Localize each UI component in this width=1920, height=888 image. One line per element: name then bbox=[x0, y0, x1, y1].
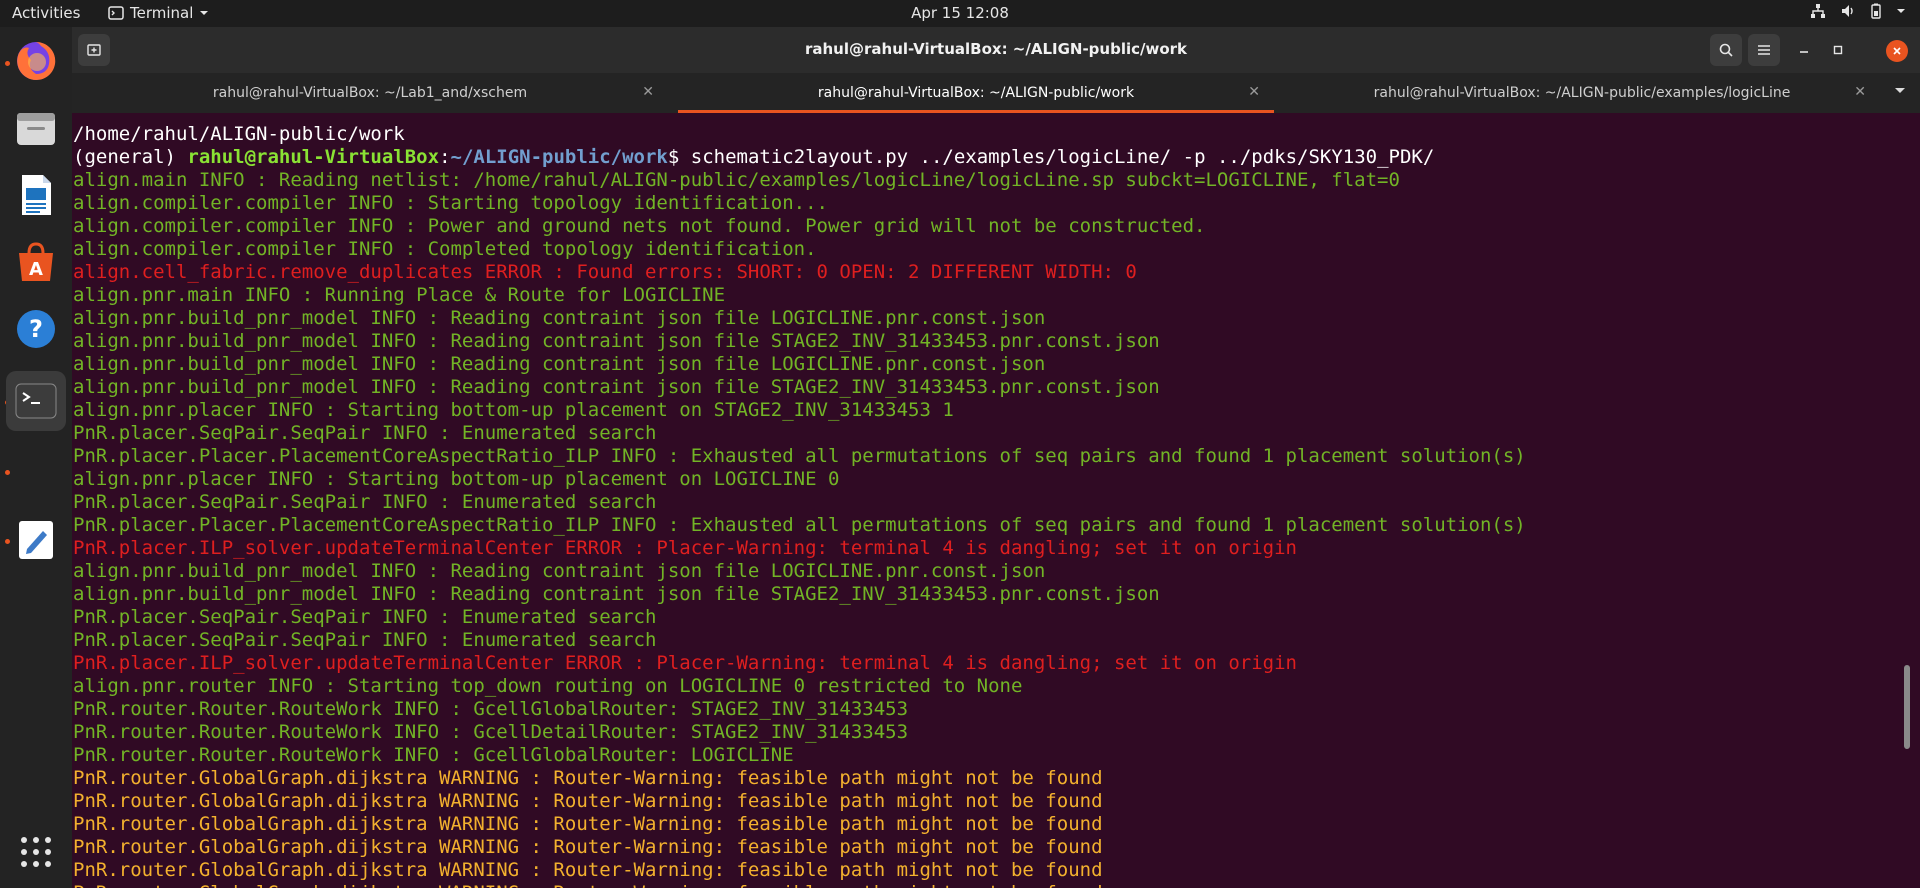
log-line-info: align.pnr.build_pnr_model INFO : Reading… bbox=[73, 307, 1046, 329]
log-line-error: PnR.placer.ILP_solver.updateTerminalCent… bbox=[73, 652, 1297, 674]
software-icon: A bbox=[19, 242, 53, 281]
log-line-info: PnR.placer.Placer.PlacementCoreAspectRat… bbox=[73, 445, 1526, 467]
dock-app-grid[interactable] bbox=[6, 822, 66, 882]
top-bar: Activities Terminal Apr 15 12:08 bbox=[0, 0, 1920, 27]
log-line-info: PnR.placer.SeqPair.SeqPair INFO : Enumer… bbox=[73, 606, 657, 628]
window-title: rahul@rahul-VirtualBox: ~/ALIGN-public/w… bbox=[804, 40, 1188, 58]
log-line-info: PnR.placer.Placer.PlacementCoreAspectRat… bbox=[73, 514, 1526, 536]
log-line-error: align.cell_fabric.remove_duplicates ERRO… bbox=[73, 261, 1137, 283]
tab-close-icon[interactable]: ✕ bbox=[1854, 84, 1866, 100]
minimize-icon bbox=[1800, 51, 1808, 53]
tab-close-icon[interactable]: ✕ bbox=[642, 84, 654, 100]
dock-writer[interactable] bbox=[6, 165, 66, 225]
power-menu-icon bbox=[1897, 9, 1905, 13]
network-icon bbox=[1811, 4, 1825, 18]
log-line-info: align.compiler.compiler INFO : Starting … bbox=[73, 192, 828, 214]
prompt-sep: : bbox=[439, 146, 451, 168]
hamburger-icon bbox=[1758, 45, 1770, 55]
log-line-info: align.pnr.placer INFO : Starting bottom-… bbox=[73, 468, 840, 490]
log-line-info: align.pnr.placer INFO : Starting bottom-… bbox=[73, 399, 954, 421]
log-line-warn: PnR.router.GlobalGraph.dijkstra WARNING … bbox=[73, 836, 1103, 858]
writer-icon bbox=[22, 175, 51, 215]
prompt-env: (general) bbox=[73, 146, 188, 168]
prompt-command: schematic2layout.py ../examples/logicLin… bbox=[690, 146, 1435, 168]
prompt-user-host: rahul@rahul-VirtualBox bbox=[187, 146, 440, 168]
log-line-info: align.compiler.compiler INFO : Power and… bbox=[73, 215, 1206, 237]
terminal-icon bbox=[15, 383, 57, 419]
terminal-small-icon bbox=[108, 6, 124, 20]
terminal-window: rahul@rahul-VirtualBox: ~/ALIGN-public/w… bbox=[72, 27, 1920, 888]
dock-files[interactable] bbox=[6, 98, 66, 158]
log-line-warn: PnR.router.GlobalGraph.dijkstra WARNING … bbox=[73, 767, 1103, 789]
log-line-info: PnR.router.Router.RouteWork INFO : Gcell… bbox=[73, 744, 794, 766]
scrolled-line bbox=[73, 113, 1526, 123]
dock-terminal[interactable] bbox=[6, 371, 66, 431]
tabs-dropdown-icon[interactable] bbox=[1894, 85, 1906, 95]
scrollbar-thumb[interactable] bbox=[1904, 665, 1910, 749]
chevron-down-icon bbox=[200, 11, 209, 15]
dock-text-editor[interactable] bbox=[6, 510, 66, 570]
files-icon bbox=[17, 113, 55, 145]
log-line-info: align.pnr.build_pnr_model INFO : Reading… bbox=[73, 583, 1160, 605]
log-line-info: PnR.placer.SeqPair.SeqPair INFO : Enumer… bbox=[73, 422, 657, 444]
log-line-info: PnR.placer.SeqPair.SeqPair INFO : Enumer… bbox=[73, 629, 657, 651]
log-line-info: align.pnr.build_pnr_model INFO : Reading… bbox=[73, 330, 1160, 352]
maximize-icon bbox=[1833, 45, 1843, 55]
app-grid-icon bbox=[21, 837, 51, 867]
app-name: Terminal bbox=[130, 4, 194, 22]
running-indicator bbox=[5, 470, 10, 475]
log-line-info: PnR.router.Router.RouteWork INFO : Gcell… bbox=[73, 721, 909, 743]
menu-button[interactable] bbox=[1748, 34, 1780, 66]
log-line-warn: PnR.router.GlobalGraph.dijkstra WARNING … bbox=[73, 882, 1526, 888]
minimize-button[interactable] bbox=[1788, 34, 1820, 66]
prompt-line: (general) rahul@rahul-VirtualBox:~/ALIGN… bbox=[73, 146, 1526, 169]
log-line-warn: PnR.router.GlobalGraph.dijkstra WARNING … bbox=[73, 859, 1103, 881]
maximize-button[interactable] bbox=[1822, 34, 1854, 66]
close-button[interactable] bbox=[1886, 40, 1908, 62]
clock[interactable]: Apr 15 12:08 bbox=[0, 4, 1920, 22]
log-line-info: align.pnr.router INFO : Starting top_dow… bbox=[73, 675, 1023, 697]
log-line-error: PnR.placer.ILP_solver.updateTerminalCent… bbox=[73, 537, 1297, 559]
log-line-warn: PnR.router.GlobalGraph.dijkstra WARNING … bbox=[73, 813, 1103, 835]
tab-close-icon[interactable]: ✕ bbox=[1248, 84, 1260, 100]
help-icon: ? bbox=[17, 310, 55, 348]
tab-bar: rahul@rahul-VirtualBox: ~/Lab1_and/xsche… bbox=[72, 73, 1920, 113]
dock: A ? bbox=[0, 27, 72, 888]
tab-label: rahul@rahul-VirtualBox: ~/ALIGN-public/w… bbox=[817, 85, 1135, 101]
app-menu[interactable]: Terminal bbox=[108, 4, 209, 22]
battery-icon bbox=[1871, 3, 1881, 19]
prompt-path: ~/ALIGN-public/work bbox=[450, 146, 668, 168]
log-line-info: align.pnr.build_pnr_model INFO : Reading… bbox=[73, 376, 1160, 398]
log-line-info: align.pnr.build_pnr_model INFO : Reading… bbox=[73, 560, 1046, 582]
activities-button[interactable]: Activities bbox=[12, 4, 80, 22]
log-line-info: align.pnr.build_pnr_model INFO : Reading… bbox=[73, 353, 1046, 375]
search-button[interactable] bbox=[1710, 34, 1742, 66]
log-line-info: PnR.router.Router.RouteWork INFO : Gcell… bbox=[73, 698, 909, 720]
prompt-dollar: $ bbox=[667, 146, 691, 168]
search-icon bbox=[1719, 43, 1733, 57]
text-editor-icon bbox=[19, 521, 53, 559]
svg-text:?: ? bbox=[29, 315, 43, 343]
cwd-line: /home/rahul/ALIGN-public/work bbox=[73, 123, 405, 145]
svg-text:A: A bbox=[29, 259, 43, 280]
dock-firefox[interactable] bbox=[6, 31, 66, 91]
tab-align-work[interactable]: rahul@rahul-VirtualBox: ~/ALIGN-public/w… bbox=[678, 73, 1274, 113]
log-line-info: align.main INFO : Reading netlist: /home… bbox=[73, 169, 1400, 191]
close-icon bbox=[1893, 47, 1901, 55]
header-bar: rahul@rahul-VirtualBox: ~/ALIGN-public/w… bbox=[72, 27, 1920, 73]
tab-label: rahul@rahul-VirtualBox: ~/ALIGN-public/e… bbox=[1373, 85, 1791, 101]
terminal-output[interactable]: /home/rahul/ALIGN-public/work (general) … bbox=[72, 113, 1912, 888]
tab-logicline[interactable]: rahul@rahul-VirtualBox: ~/ALIGN-public/e… bbox=[1284, 73, 1880, 113]
system-tray[interactable] bbox=[1810, 3, 1906, 19]
log-line-info: align.pnr.main INFO : Running Place & Ro… bbox=[73, 284, 726, 306]
tab-lab1-xschem[interactable]: rahul@rahul-VirtualBox: ~/Lab1_and/xsche… bbox=[72, 73, 668, 113]
log-line-info: PnR.placer.SeqPair.SeqPair INFO : Enumer… bbox=[73, 491, 657, 513]
dock-software[interactable]: A bbox=[6, 232, 66, 292]
log-line-info: align.compiler.compiler INFO : Completed… bbox=[73, 238, 817, 260]
tab-label: rahul@rahul-VirtualBox: ~/Lab1_and/xsche… bbox=[212, 85, 528, 101]
volume-icon bbox=[1842, 5, 1853, 17]
log-line-warn: PnR.router.GlobalGraph.dijkstra WARNING … bbox=[73, 790, 1103, 812]
dock-help[interactable]: ? bbox=[6, 299, 66, 359]
firefox-icon bbox=[17, 41, 56, 80]
